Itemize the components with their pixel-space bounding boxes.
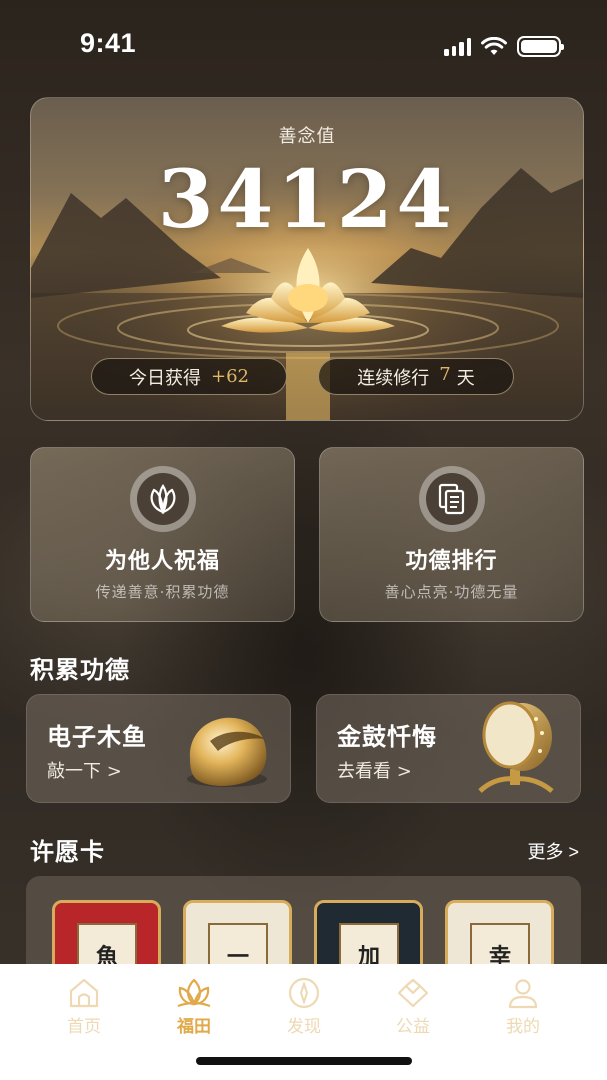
bless-others-subtitle: 传递善意·积累功德	[95, 583, 230, 601]
wish-cards-section-title: 许愿卡	[30, 837, 105, 866]
merit-section-title: 积累功德	[30, 655, 130, 684]
ranking-icon-badge	[419, 466, 485, 532]
bless-icon-badge	[130, 466, 196, 532]
status-icons	[444, 36, 564, 57]
tab-fortune-field[interactable]: 福田	[154, 976, 234, 1037]
golden-drum-icon	[478, 701, 554, 793]
golden-drum-action[interactable]: 去看看 >	[337, 757, 412, 783]
merit-ranking-title: 功德排行	[405, 548, 498, 574]
tab-discover-label: 发现	[287, 1017, 321, 1037]
wifi-icon	[481, 37, 507, 55]
ranking-documents-icon	[438, 483, 465, 515]
golden-drum-card[interactable]: 金鼓忏悔 去看看 >	[316, 694, 581, 803]
cellular-signal-icon	[444, 37, 471, 56]
wish-cards-more-link[interactable]: 更多 >	[527, 838, 579, 864]
bless-others-card[interactable]: 为他人祝福 传递善意·积累功德	[30, 447, 295, 622]
blessing-leaves-icon	[150, 484, 176, 515]
merit-points-label: 善念值	[278, 126, 336, 147]
status-bar: 9:41	[0, 0, 607, 90]
tab-charity-label: 公益	[396, 1017, 430, 1037]
home-icon	[69, 978, 99, 1008]
charity-hands-icon	[397, 978, 429, 1008]
merit-ranking-subtitle: 善心点亮·功德无量	[384, 583, 519, 601]
merit-ranking-card[interactable]: 功德排行 善心点亮·功德无量	[319, 447, 584, 622]
practice-streak-badge: 连续修行 7 天	[318, 358, 514, 395]
battery-icon	[517, 36, 564, 57]
tab-home-label: 首页	[67, 1017, 101, 1037]
status-time: 9:41	[80, 28, 137, 58]
merit-points-card[interactable]: 善念值 34124 今日获得 +62 连续修行 7 天	[30, 97, 584, 421]
lotus-icon	[177, 978, 211, 1008]
profile-icon	[508, 979, 538, 1009]
merit-points-value: 34124	[157, 152, 457, 246]
wooden-fish-card[interactable]: 电子木鱼 敲一下 >	[26, 694, 291, 803]
tab-home[interactable]: 首页	[44, 976, 124, 1037]
practice-streak-label: 连续修行	[357, 367, 430, 389]
compass-icon	[288, 977, 320, 1009]
practice-streak-value: 7	[439, 363, 451, 385]
tab-fortune-field-label: 福田	[177, 1017, 211, 1037]
wooden-fish-action[interactable]: 敲一下 >	[47, 757, 122, 783]
tab-profile-label: 我的	[506, 1017, 540, 1037]
golden-drum-title: 金鼓忏悔	[337, 722, 437, 751]
today-earned-badge: 今日获得 +62	[91, 358, 287, 395]
today-earned-label: 今日获得	[129, 367, 201, 389]
tab-charity[interactable]: 公益	[373, 976, 453, 1037]
tab-discover[interactable]: 发现	[264, 976, 344, 1037]
practice-streak-count: 7 天	[439, 364, 474, 390]
today-earned-value: +62	[211, 366, 249, 387]
home-indicator[interactable]	[196, 1057, 412, 1065]
bless-others-title: 为他人祝福	[104, 548, 220, 574]
wooden-fish-title: 电子木鱼	[47, 722, 147, 751]
tab-profile[interactable]: 我的	[483, 976, 563, 1037]
golden-wooden-fish-icon	[187, 717, 267, 787]
practice-streak-unit: 天	[456, 367, 475, 389]
